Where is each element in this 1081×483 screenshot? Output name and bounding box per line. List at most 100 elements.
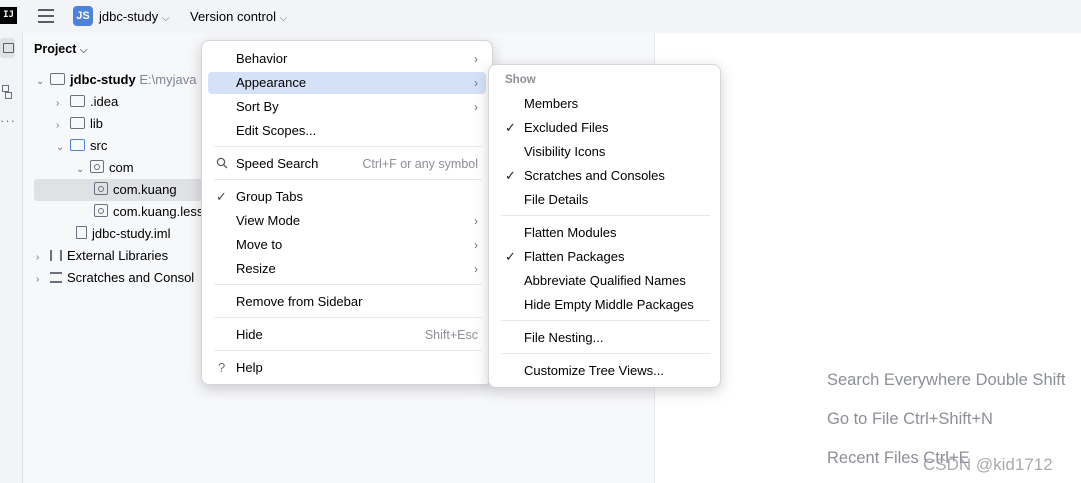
menu-item-visibility-icons[interactable]: Visibility Icons <box>495 141 714 163</box>
collapse-arrow-icon[interactable]: › <box>36 247 50 269</box>
menu-item-appearance[interactable]: Appearance › <box>208 72 486 94</box>
package-icon <box>94 182 108 195</box>
tree-item-label: com <box>109 160 134 175</box>
collapse-arrow-icon[interactable]: › <box>36 269 50 291</box>
menu-item-label: Visibility Icons <box>524 144 606 159</box>
tree-item-label: lib <box>90 116 104 131</box>
project-name: jdbc-study <box>99 9 159 24</box>
source-folder-icon <box>70 139 85 151</box>
library-icon <box>50 250 62 261</box>
menu-item-members[interactable]: Members <box>495 93 714 115</box>
menu-item-file-nesting[interactable]: File Nesting... <box>495 327 714 349</box>
tool-window-strip <box>0 33 23 483</box>
menu-item-label: File Nesting... <box>524 330 604 345</box>
menu-item-speed-search[interactable]: Speed Search Ctrl+F or any symbol <box>208 153 486 175</box>
more-tools-icon[interactable]: ··· <box>0 113 16 128</box>
menu-item-label: Sort By <box>236 99 279 114</box>
menu-separator <box>501 215 710 216</box>
tree-item-com-kuang-less[interactable]: com.kuang.less <box>94 201 203 223</box>
menu-item-behavior[interactable]: Behavior › <box>208 48 486 70</box>
menu-separator <box>214 317 482 318</box>
project-tool-button[interactable] <box>0 38 15 58</box>
menu-item-label: Excluded Files <box>524 120 609 135</box>
project-switcher[interactable]: jdbc-study ⌵ <box>99 9 169 24</box>
tree-item-src[interactable]: ⌄ src <box>56 135 107 157</box>
tree-item-jdbc-study[interactable]: ⌄ jdbc-study E:\myjava <box>36 69 196 91</box>
tree-item-external-libraries[interactable]: › External Libraries <box>36 245 168 267</box>
expand-arrow-icon[interactable]: ⌄ <box>76 159 90 181</box>
project-panel-title[interactable]: Project ⌵ <box>34 42 87 56</box>
file-icon <box>76 226 87 239</box>
tree-item-scratches[interactable]: › Scratches and Consol <box>36 267 194 289</box>
menu-item-label: Edit Scopes... <box>236 123 317 138</box>
menu-item-view-mode[interactable]: View Mode › <box>208 210 486 232</box>
menu-item-sort-by[interactable]: Sort By › <box>208 96 486 118</box>
tree-item-idea[interactable]: › .idea <box>56 91 118 113</box>
package-icon <box>94 204 108 217</box>
menu-item-resize[interactable]: Resize › <box>208 258 486 280</box>
submenu-arrow-icon: › <box>474 262 478 276</box>
tree-item-com-kuang[interactable]: com.kuang <box>94 179 177 201</box>
menu-item-label: Flatten Packages <box>524 249 625 264</box>
main-menu-icon[interactable] <box>38 9 54 23</box>
menu-separator <box>501 353 710 354</box>
folder-icon <box>70 95 85 107</box>
menu-item-help[interactable]: ? Help <box>208 357 486 379</box>
menu-item-customize-tree-views[interactable]: Customize Tree Views... <box>495 360 714 382</box>
check-icon: ✓ <box>216 189 227 204</box>
submenu-arrow-icon: › <box>474 76 478 90</box>
expand-arrow-icon[interactable]: ⌄ <box>56 137 70 159</box>
collapse-arrow-icon[interactable]: › <box>56 93 70 115</box>
menu-item-group-tabs[interactable]: ✓ Group Tabs <box>208 186 486 208</box>
menu-separator <box>214 146 482 147</box>
menu-item-scratches-and-consoles[interactable]: ✓ Scratches and Consoles <box>495 165 714 187</box>
menu-item-label: File Details <box>524 192 589 207</box>
submenu-section-header: Show <box>505 74 536 86</box>
menu-item-hide[interactable]: Hide Shift+Esc <box>208 324 486 346</box>
menu-item-label: Appearance <box>236 75 307 90</box>
menu-item-remove-from-sidebar[interactable]: Remove from Sidebar <box>208 291 486 313</box>
help-icon: ? <box>218 360 226 375</box>
menu-item-label: Scratches and Consoles <box>524 168 665 183</box>
collapse-arrow-icon[interactable]: › <box>56 115 70 137</box>
tree-item-label: com.kuang <box>113 182 177 197</box>
version-control-menu[interactable]: Version control ⌵ <box>190 9 287 24</box>
options-menu: Behavior › Appearance › Sort By › Edit S… <box>201 40 493 385</box>
structure-icon[interactable] <box>0 85 12 99</box>
submenu-arrow-icon: › <box>474 52 478 66</box>
chevron-down-icon: ⌵ <box>279 13 288 24</box>
menu-item-flatten-modules[interactable]: Flatten Modules <box>495 222 714 244</box>
search-icon <box>216 153 228 175</box>
menu-item-move-to[interactable]: Move to › <box>208 234 486 256</box>
menu-item-label: Remove from Sidebar <box>236 294 363 309</box>
menu-item-label: Abbreviate Qualified Names <box>524 273 686 288</box>
menu-separator <box>214 179 482 180</box>
expand-arrow-icon[interactable]: ⌄ <box>36 71 50 93</box>
menu-item-hide-empty-middle-packages[interactable]: Hide Empty Middle Packages <box>495 294 714 316</box>
scratches-icon <box>50 272 62 283</box>
tree-item-label: jdbc-study <box>70 72 136 87</box>
panel-title-label: Project <box>34 42 77 56</box>
app-logo: IJ <box>0 7 17 24</box>
module-folder-icon <box>50 73 65 85</box>
submenu-arrow-icon: › <box>474 238 478 252</box>
watermark: CSDN @kid1712 <box>923 455 1053 474</box>
menu-item-shortcut: Ctrl+F or any symbol <box>362 157 478 171</box>
hint-search-everywhere: Search Everywhere Double Shift <box>827 371 1066 389</box>
tree-item-iml[interactable]: jdbc-study.iml <box>76 223 171 245</box>
menu-item-label: Members <box>524 96 579 111</box>
menu-item-label: Hide <box>236 327 263 342</box>
menu-item-file-details[interactable]: File Details <box>495 189 714 211</box>
tree-item-label: jdbc-study.iml <box>92 226 171 241</box>
menu-item-abbreviate-qualified-names[interactable]: Abbreviate Qualified Names <box>495 270 714 292</box>
tree-item-lib[interactable]: › lib <box>56 113 103 135</box>
menu-item-edit-scopes[interactable]: Edit Scopes... <box>208 120 486 142</box>
submenu-arrow-icon: › <box>474 100 478 114</box>
chevron-down-icon: ⌵ <box>161 13 170 24</box>
tree-item-com[interactable]: ⌄ com <box>76 157 134 179</box>
submenu-arrow-icon: › <box>474 214 478 228</box>
project-badge[interactable]: JS <box>73 6 93 26</box>
menu-item-flatten-packages[interactable]: ✓ Flatten Packages <box>495 246 714 268</box>
menu-item-excluded-files[interactable]: ✓ Excluded Files <box>495 117 714 139</box>
menu-separator <box>214 350 482 351</box>
